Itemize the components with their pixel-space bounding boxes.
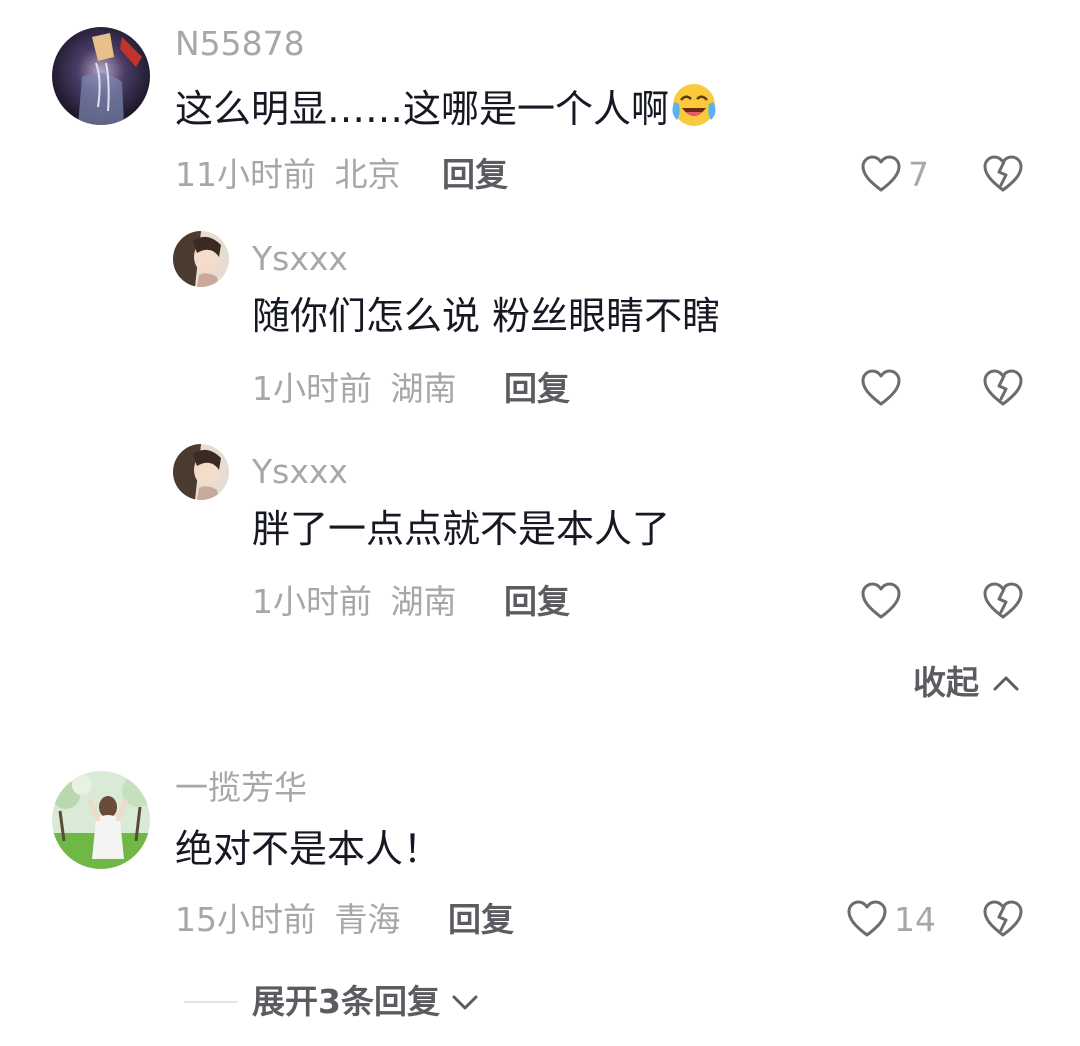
- broken-heart-icon: [983, 369, 1023, 406]
- heart-outline-icon: [861, 155, 901, 192]
- collapse-label: 收起: [913, 663, 979, 702]
- avatar[interactable]: [52, 27, 150, 125]
- cry-laughing-emoji-icon: [671, 82, 717, 134]
- expand-replies-button[interactable]: 展开3条回复: [184, 985, 480, 1018]
- comment-location: 青海: [334, 900, 401, 939]
- broken-heart-icon: [983, 900, 1023, 937]
- reply-time: 1小时前: [252, 369, 372, 408]
- collapse-replies-button[interactable]: 收起: [913, 666, 1021, 699]
- comment-meta: 15小时前 青海: [175, 903, 401, 936]
- reply-button[interactable]: 回复: [442, 158, 508, 191]
- reply-username[interactable]: Ysxxx: [252, 455, 348, 488]
- reply-time: 1小时前: [252, 582, 372, 621]
- heart-outline-icon: [861, 582, 901, 619]
- reply-username[interactable]: Ysxxx: [252, 242, 348, 275]
- comment-text: 绝对不是本人！: [175, 827, 442, 871]
- comment-text: 这么明显……这哪是一个人啊: [175, 82, 717, 134]
- like-count: 14: [894, 899, 936, 939]
- dislike-button[interactable]: [982, 154, 1024, 198]
- reply-button[interactable]: 回复: [504, 585, 570, 618]
- comment-time: 11小时前: [175, 155, 316, 194]
- expand-divider: [184, 1000, 238, 1003]
- avatar[interactable]: [173, 444, 229, 500]
- chevron-up-icon: [993, 676, 1019, 690]
- expand-label: 展开3条回复: [252, 982, 440, 1021]
- like-button[interactable]: 7: [860, 154, 929, 194]
- heart-outline-icon: [861, 369, 901, 406]
- dislike-button[interactable]: [982, 368, 1024, 412]
- broken-heart-icon: [983, 155, 1023, 192]
- comment-meta: 11小时前 北京: [175, 158, 401, 191]
- reply-text: 随你们怎么说 粉丝眼睛不瞎: [252, 294, 721, 338]
- comment-location: 北京: [334, 155, 401, 194]
- reply-meta: 1小时前 湖南: [252, 372, 457, 405]
- avatar[interactable]: [52, 771, 150, 869]
- avatar[interactable]: [173, 231, 229, 287]
- heart-outline-icon: [847, 900, 887, 937]
- comment-username[interactable]: N55878: [175, 27, 305, 60]
- reply-location: 湖南: [390, 582, 457, 621]
- like-button[interactable]: [860, 581, 902, 621]
- like-button[interactable]: [860, 368, 902, 408]
- reply-text: 胖了一点点就不是本人了: [252, 507, 671, 551]
- broken-heart-icon: [983, 582, 1023, 619]
- dislike-button[interactable]: [982, 899, 1024, 943]
- reply-button[interactable]: 回复: [448, 903, 514, 936]
- chevron-down-icon: [452, 995, 478, 1009]
- like-button[interactable]: 14: [846, 899, 936, 939]
- comment-username[interactable]: 一揽芳华: [175, 771, 307, 804]
- like-count: 7: [908, 154, 929, 194]
- dislike-button[interactable]: [982, 581, 1024, 625]
- reply-meta: 1小时前 湖南: [252, 585, 457, 618]
- reply-button[interactable]: 回复: [504, 372, 570, 405]
- reply-location: 湖南: [390, 369, 457, 408]
- comment-time: 15小时前: [175, 900, 316, 939]
